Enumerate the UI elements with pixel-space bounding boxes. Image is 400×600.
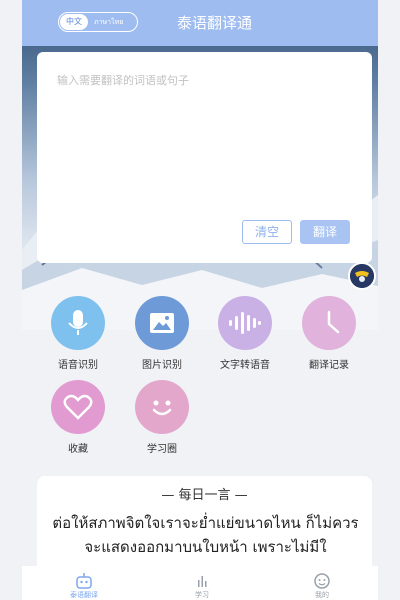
stats-icon <box>198 576 207 587</box>
tab-label: 学习 <box>195 591 209 599</box>
feature-label: 收藏 <box>68 444 88 455</box>
translate-button[interactable]: 翻译 <box>300 220 350 244</box>
image-icon <box>135 296 189 350</box>
tab-study[interactable]: 学习 <box>172 572 232 600</box>
microphone-icon <box>51 296 105 350</box>
feature-translation-history[interactable]: 翻译记录 <box>294 296 364 371</box>
translation-input[interactable]: 输入需要翻译的词语或句子 <box>57 72 189 88</box>
heart-icon <box>51 380 105 434</box>
lang-option-chinese[interactable]: 中文 <box>60 14 88 30</box>
feature-voice-recognition[interactable]: 语音识别 <box>43 296 113 371</box>
robot-icon <box>76 573 92 589</box>
language-switch[interactable]: 中文 ภาษาไทย <box>58 12 138 32</box>
tab-label: 我的 <box>315 591 329 599</box>
tab-label: 泰语翻译 <box>70 591 98 599</box>
feature-study-circle[interactable]: 学习圈 <box>127 380 197 455</box>
face-icon <box>314 573 330 589</box>
daily-quote-title: — 每日一言 — <box>161 488 248 503</box>
lang-option-thai[interactable]: ภาษาไทย <box>94 17 123 28</box>
feature-image-recognition[interactable]: 图片识别 <box>127 296 197 371</box>
tab-profile[interactable]: 我的 <box>292 572 352 600</box>
app-title: 泰语翻译通 <box>177 14 253 32</box>
tab-translate[interactable]: 泰语翻译 <box>54 572 114 600</box>
bottom-tab-bar: 泰语翻译 学习 我的 <box>22 566 378 600</box>
app-header: 中文 ภาษาไทย 泰语翻译通 <box>22 0 378 46</box>
feature-favorites[interactable]: 收藏 <box>43 380 113 455</box>
feature-label: 语音识别 <box>58 360 98 371</box>
app-screen: 中文 ภาษาไทย 泰语翻译通 输入需要翻译的词语或句子 清空 翻译 语音识别 <box>0 0 400 600</box>
feature-label: 翻译记录 <box>309 360 349 371</box>
translation-input-card: 输入需要翻译的词语或句子 清空 翻译 <box>37 52 372 263</box>
audio-wave-icon <box>218 296 272 350</box>
feature-label: 图片识别 <box>142 360 182 371</box>
daily-quote-text: ต่อให้สภาพจิตใจเราจะย่ำแย่ขนาดไหน ก็ไม่ค… <box>52 514 359 556</box>
feature-text-to-speech[interactable]: 文字转语音 <box>210 296 280 371</box>
feature-label: 文字转语音 <box>220 360 270 371</box>
clear-button[interactable]: 清空 <box>242 220 292 244</box>
clock-icon <box>302 296 356 350</box>
smiley-icon <box>135 380 189 434</box>
floating-badge-icon[interactable] <box>348 262 376 290</box>
feature-label: 学习圈 <box>147 444 177 455</box>
